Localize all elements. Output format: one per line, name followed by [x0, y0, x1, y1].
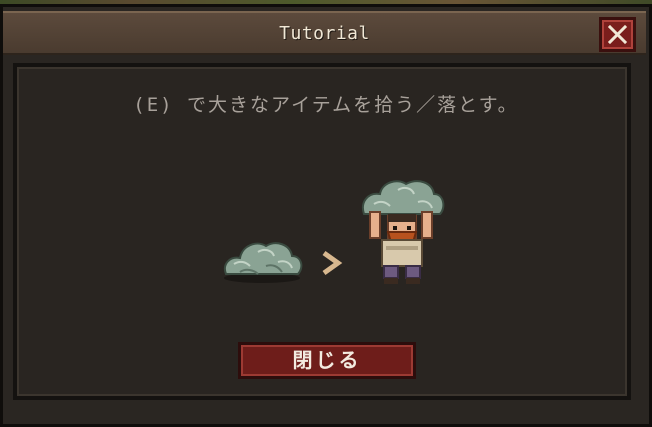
instruction-text: (E) で大きなアイテムを拾う／落とす。	[133, 94, 519, 116]
character-carrying-item-icon	[362, 180, 445, 284]
window-titlebar: Tutorial	[3, 11, 646, 55]
large-item-pile-icon	[224, 242, 303, 283]
close-button[interactable]: 閉じる	[238, 342, 416, 379]
close-window-button[interactable]	[599, 17, 636, 52]
close-x-icon	[607, 24, 628, 45]
arrow-right-icon	[322, 250, 343, 276]
window-title: Tutorial	[279, 23, 370, 44]
